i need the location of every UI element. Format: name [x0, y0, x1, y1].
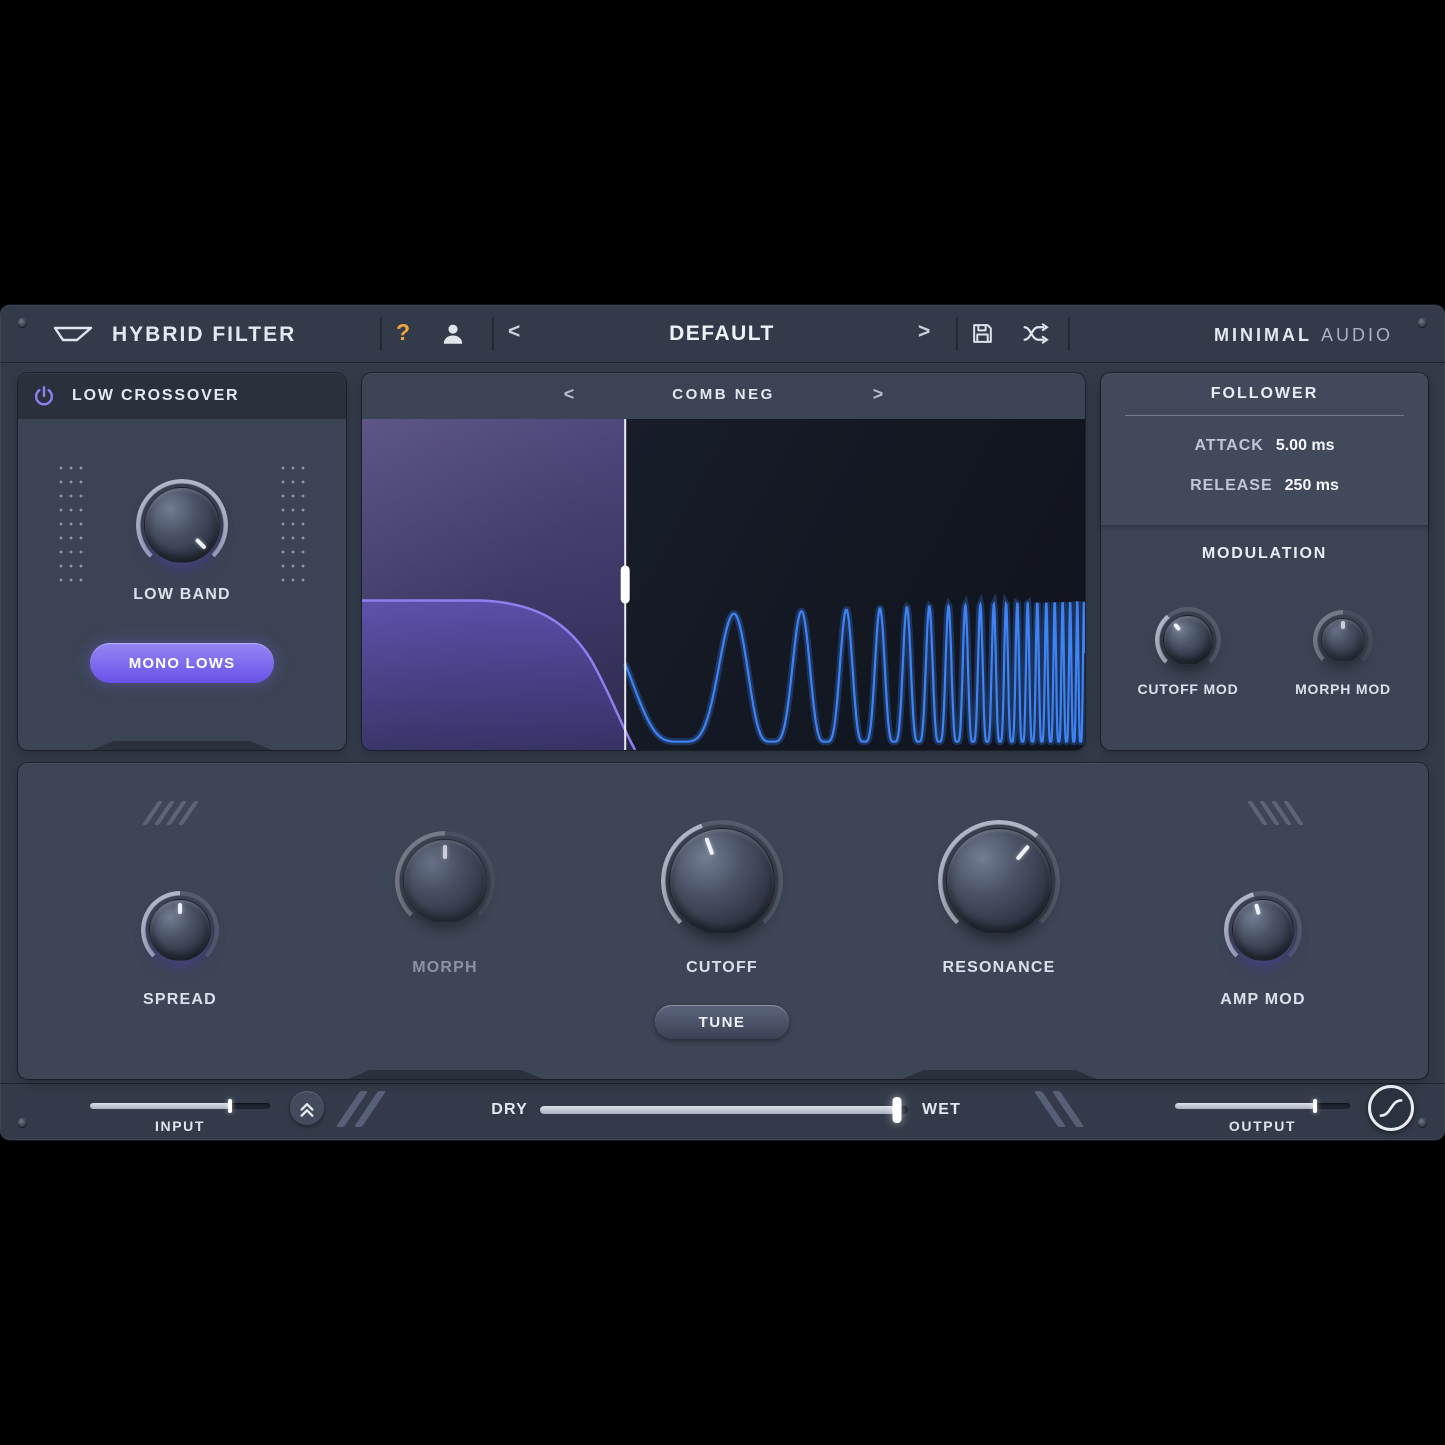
morph-label: MORPH: [412, 959, 478, 977]
save-icon: [970, 321, 995, 346]
slider-fill: [540, 1106, 897, 1114]
knob-pointer: [924, 806, 1073, 955]
preset-name[interactable]: DEFAULT: [560, 322, 884, 346]
attack-label: ATTACK: [1194, 437, 1263, 455]
slider-fill: [1175, 1103, 1315, 1109]
amp-mod-knob[interactable]: [1224, 891, 1302, 969]
output-label: OUTPUT: [1175, 1118, 1350, 1134]
low-band-label: LOW BAND: [133, 586, 231, 604]
modulation-title: MODULATION: [1101, 545, 1428, 563]
slash-decoration: [1046, 1091, 1072, 1127]
randomize-button[interactable]: [1022, 321, 1050, 351]
resonance-knob[interactable]: [938, 820, 1060, 942]
save-preset-button[interactable]: [970, 321, 995, 351]
slider-thumb[interactable]: [228, 1099, 232, 1113]
morph-mod-label: MORPH MOD: [1295, 681, 1391, 697]
follower-settings-box: FOLLOWER ATTACK 5.00 ms RELEASE 250 ms: [1101, 373, 1428, 525]
low-crossover-header: LOW CROSSOVER: [18, 373, 346, 419]
filter-type-name: COMB NEG: [362, 386, 1085, 403]
divider: [492, 317, 494, 351]
shuffle-icon: [1022, 321, 1050, 346]
brand-secondary: AUDIO: [1321, 325, 1393, 345]
panel-notch: [348, 1070, 543, 1079]
cutoff-knob[interactable]: [661, 820, 783, 942]
expand-button[interactable]: [290, 1091, 324, 1125]
main-controls-panel: SPREAD MORPH CUTOFF TUNE RESONANCE: [18, 763, 1428, 1079]
slash-decoration: [1255, 801, 1296, 825]
release-row[interactable]: RELEASE 250 ms: [1101, 477, 1428, 495]
slash-decoration: [150, 801, 191, 825]
double-chevron-up-icon: [294, 1095, 320, 1121]
knob-pointer: [1321, 618, 1365, 662]
knob-pointer: [1153, 605, 1223, 675]
resonance-label: RESONANCE: [942, 959, 1055, 977]
spread-label: SPREAD: [143, 991, 217, 1009]
preset-next-button[interactable]: >: [918, 320, 930, 344]
filter-response-graph[interactable]: [362, 419, 1085, 750]
plugin-title: HYBRID FILTER: [112, 323, 296, 347]
brand-primary: MINIMAL: [1214, 325, 1312, 345]
crossover-handle[interactable]: [621, 565, 630, 603]
filter-type-next-button[interactable]: >: [867, 384, 889, 405]
knob-pointer: [128, 471, 235, 578]
input-label: INPUT: [90, 1118, 270, 1134]
morph-mod-knob[interactable]: [1313, 610, 1373, 670]
release-label: RELEASE: [1190, 477, 1273, 495]
attack-row[interactable]: ATTACK 5.00 ms: [1101, 437, 1428, 455]
tune-button[interactable]: TUNE: [655, 1005, 789, 1039]
wet-label: WET: [922, 1101, 1002, 1119]
dot-grid-decoration: [56, 461, 86, 589]
cutoff-mod-knob[interactable]: [1155, 607, 1221, 673]
help-button[interactable]: ?: [390, 319, 416, 346]
knob-pointer: [403, 839, 487, 923]
plugin-window: HYBRID FILTER ? < DEFAULT >: [0, 305, 1445, 1140]
amp-mod-label: AMP MOD: [1220, 991, 1305, 1009]
release-value[interactable]: 250 ms: [1285, 477, 1339, 495]
brand: MINIMAL AUDIO: [1214, 325, 1393, 346]
account-button[interactable]: [440, 321, 466, 352]
attack-value[interactable]: 5.00 ms: [1276, 437, 1335, 455]
desktop-background: HYBRID FILTER ? < DEFAULT >: [0, 0, 1445, 1445]
low-crossover-title: LOW CROSSOVER: [72, 387, 239, 405]
cutoff-label: CUTOFF: [686, 959, 758, 977]
screw-icon: [18, 1118, 27, 1127]
dry-label: DRY: [440, 1101, 528, 1119]
output-gain-slider[interactable]: [1175, 1103, 1350, 1109]
dry-wet-mix-slider[interactable]: [540, 1106, 908, 1114]
knob-pointer: [654, 813, 790, 949]
screw-icon: [1418, 1118, 1427, 1127]
slider-fill: [90, 1103, 230, 1109]
dot-grid-decoration: [278, 461, 308, 589]
divider: [956, 317, 958, 351]
response-curve-button[interactable]: [1368, 1085, 1414, 1131]
slider-thumb[interactable]: [1313, 1099, 1317, 1113]
follower-title: FOLLOWER: [1101, 385, 1428, 403]
panel-notch: [92, 741, 272, 750]
low-crossover-panel: LOW CROSSOVER LOW BAND MONO LOWS: [18, 373, 346, 750]
mix-slider-thumb[interactable]: [892, 1097, 901, 1123]
divider: [1125, 415, 1404, 416]
cutoff-mod-label: CUTOFF MOD: [1137, 681, 1238, 697]
low-band-knob[interactable]: [136, 479, 228, 571]
spread-knob[interactable]: [141, 891, 219, 969]
preset-prev-button[interactable]: <: [508, 320, 520, 344]
minimal-audio-logo-icon: [52, 323, 94, 345]
power-toggle-icon[interactable]: [32, 384, 56, 408]
s-curve-icon: [1374, 1091, 1408, 1125]
slash-decoration: [348, 1091, 374, 1127]
knob-pointer: [149, 899, 211, 961]
follower-panel: FOLLOWER ATTACK 5.00 ms RELEASE 250 ms M…: [1101, 373, 1428, 750]
user-icon: [440, 321, 466, 347]
panel-notch: [902, 1070, 1097, 1079]
mono-lows-button[interactable]: MONO LOWS: [90, 643, 274, 683]
divider: [380, 317, 382, 351]
divider: [0, 1083, 1445, 1084]
input-gain-slider[interactable]: [90, 1103, 270, 1109]
morph-knob[interactable]: [395, 831, 495, 931]
divider: [1068, 317, 1070, 351]
header-bar: HYBRID FILTER ? < DEFAULT >: [0, 305, 1445, 363]
filter-display-panel: < COMB NEG >: [362, 373, 1085, 750]
